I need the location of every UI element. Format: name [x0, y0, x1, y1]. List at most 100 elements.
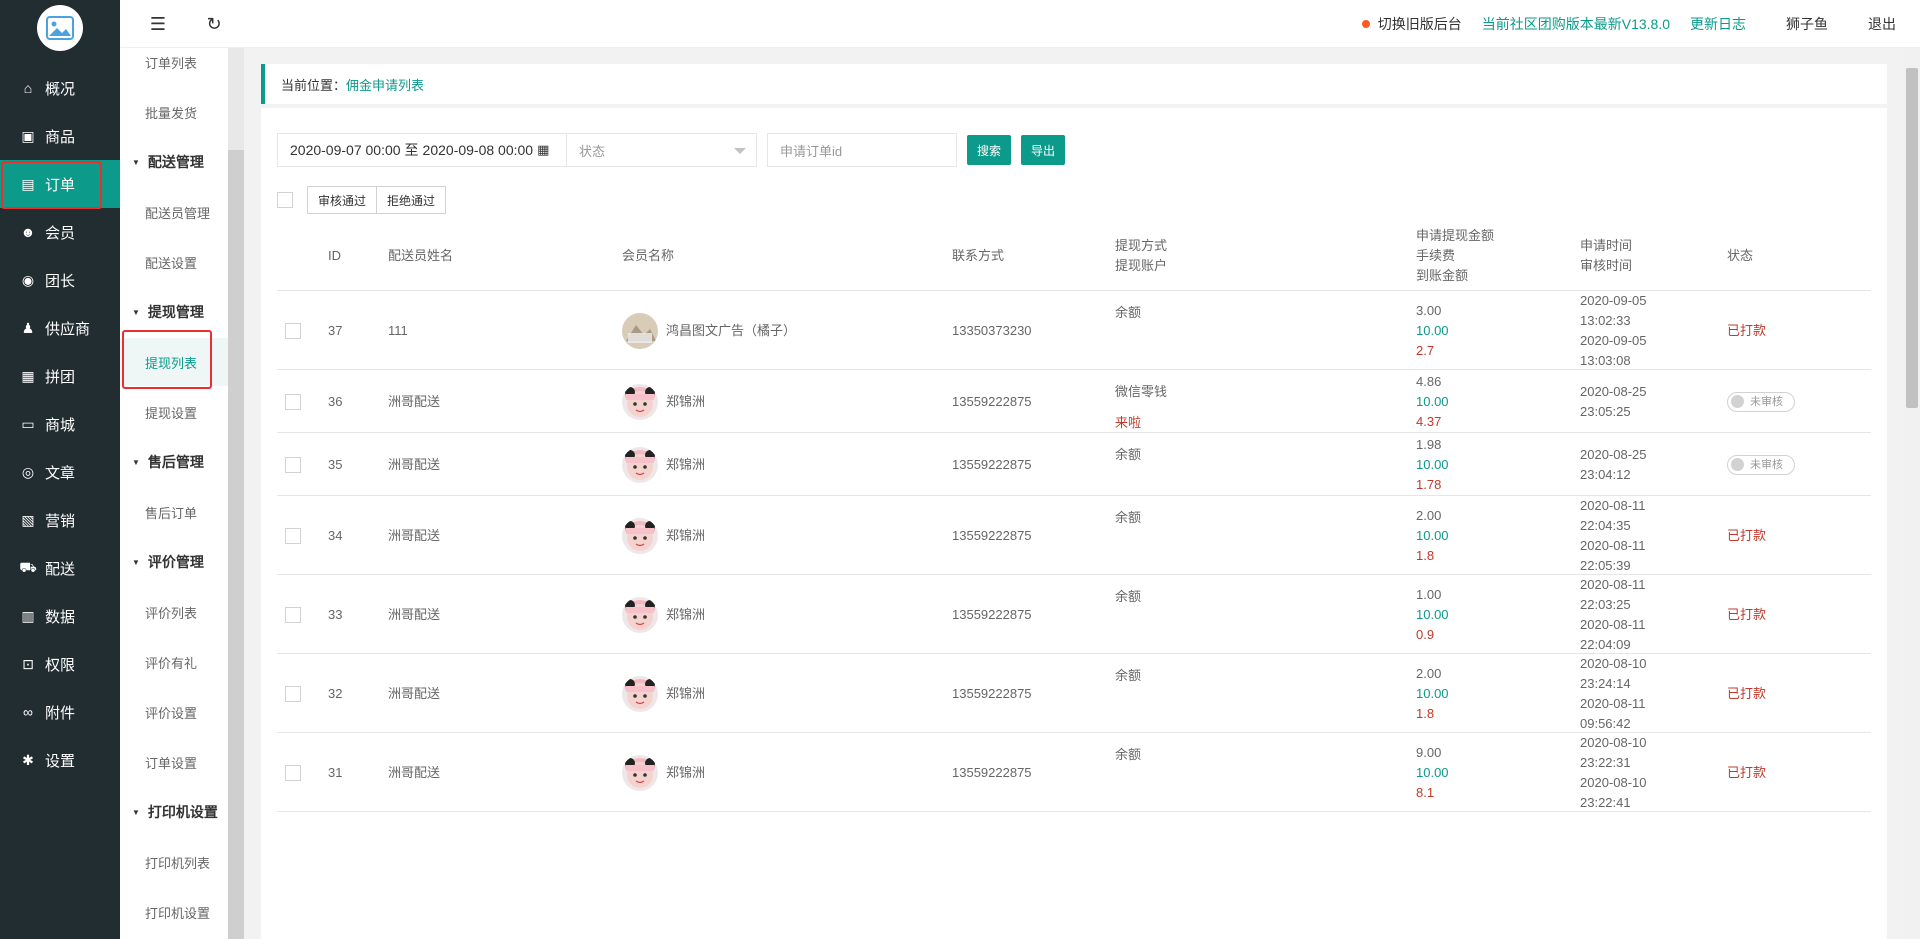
row-status: 已打款 — [1727, 764, 1767, 780]
sidebar-item-6[interactable]: ▦ 拼团 — [0, 352, 120, 400]
cell-courier: 洲哥配送 — [388, 575, 440, 654]
row-method: 余额 — [1115, 447, 1142, 462]
logout-link[interactable]: 退出 — [1868, 14, 1896, 34]
row-status: 已打款 — [1727, 527, 1767, 543]
row-amount: 1.98 — [1416, 436, 1442, 452]
row-checkbox[interactable] — [285, 322, 301, 339]
sidebar-item-label: 文章 — [45, 464, 76, 482]
subnav-group-delivery[interactable]: ▼ 配送管理 — [120, 138, 230, 186]
subnav-review-settings[interactable]: 评价设置 — [120, 688, 230, 736]
collapse-menu-icon[interactable]: ☰ — [148, 14, 168, 34]
sidebar-item-9[interactable]: ▧ 营销 — [0, 496, 120, 544]
row-checkbox[interactable] — [285, 527, 301, 544]
row-amount: 3.00 — [1416, 302, 1442, 318]
version-info[interactable]: 当前社区团购版本最新V13.8.0 — [1482, 14, 1670, 34]
breadcrumb-current[interactable]: 佣金申请列表 — [346, 75, 424, 94]
header-method-label: 提现方式 — [1115, 238, 1168, 253]
row-checkbox[interactable] — [285, 606, 301, 623]
sidebar-item-1[interactable]: ▣ 商品 — [0, 112, 120, 160]
bulk-actions: 审核通过 拒绝通过 — [277, 185, 447, 215]
table-row[interactable]: 32 洲哥配送 郑锦洲 13559222875 余额 2.00 10.00 1.8 2020-0… — [277, 654, 1871, 733]
switch-old-admin-link[interactable]: 切换旧版后台 — [1378, 14, 1462, 34]
sidebar-item-10[interactable]: ⛟ 配送 — [0, 544, 120, 592]
main-scrollbar-thumb[interactable] — [1906, 68, 1918, 408]
sidebar-item-8[interactable]: ◎ 文章 — [0, 448, 120, 496]
row-member: 郑锦洲 — [666, 764, 706, 780]
member-icon: ☻ — [20, 224, 36, 240]
row-checkbox[interactable] — [285, 764, 301, 781]
approve-button[interactable]: 审核通过 — [307, 186, 378, 214]
cell-amount: 4.86 10.00 4.37 — [1416, 370, 1449, 433]
subnav-delivery-settings[interactable]: 配送设置 — [120, 238, 230, 286]
date-separator: 至 — [404, 142, 419, 158]
table-row[interactable]: 36 洲哥配送 郑锦洲 13559222875 微信零钱 来啦 4.86 10.00 4.37 2… — [277, 370, 1871, 433]
subnav-review-gift[interactable]: 评价有礼 — [120, 638, 230, 686]
table-row[interactable]: 31 洲哥配送 郑锦洲 13559222875 余额 9.00 10.00 8.1 2020-0… — [277, 733, 1871, 812]
changelog-link[interactable]: 更新日志 — [1690, 14, 1746, 34]
refresh-icon[interactable]: ↻ — [204, 14, 224, 34]
subnav-batch-ship[interactable]: 批量发货 — [120, 88, 230, 136]
subnav-withdraw-list[interactable]: 提现列表 — [120, 338, 230, 386]
home-icon: ⌂ — [23, 80, 33, 96]
status-select[interactable]: 状态 — [567, 133, 757, 167]
row-checkbox[interactable] — [285, 685, 301, 702]
row-audit-clock: 22:05:39 — [1580, 557, 1631, 573]
subnav-order-settings[interactable]: 订单设置 — [120, 738, 230, 786]
sidebar-item-label: 供应商 — [45, 320, 91, 338]
subnav-courier-manage[interactable]: 配送员管理 — [120, 188, 230, 236]
table-row[interactable]: 37 111 鸿昌图文广告（橘子） 13350373230 余额 3.00 10.00 2.7… — [277, 291, 1871, 370]
username[interactable]: 狮子鱼 — [1786, 14, 1828, 34]
table-row[interactable]: 33 洲哥配送 郑锦洲 13559222875 余额 1.00 10.00 0.9 2020-0… — [277, 575, 1871, 654]
sidebar-item-3[interactable]: ☻ 会员 — [0, 208, 120, 256]
audit-toggle[interactable]: 未审核 — [1727, 391, 1795, 412]
row-apply-clock: 23:22:31 — [1580, 754, 1631, 770]
sidebar-item-11[interactable]: ▥ 数据 — [0, 592, 120, 640]
date-range-picker[interactable]: 2020-09-07 00:00 至 2020-09-08 00:00 ▦ — [277, 133, 567, 167]
audit-toggle[interactable]: 未审核 — [1727, 454, 1795, 475]
caret-down-icon: ▼ — [132, 157, 140, 167]
cell-contact: 13559222875 — [952, 433, 1032, 496]
table-row[interactable]: 34 洲哥配送 郑锦洲 13559222875 余额 2.00 10.00 1.8 2020-0… — [277, 496, 1871, 575]
logo[interactable] — [37, 5, 83, 51]
sidebar-item-2[interactable]: ▤ 订单 — [0, 160, 120, 208]
sidebar-item-label: 配送 — [45, 560, 76, 578]
cell-id: 31 — [328, 733, 342, 812]
sidebar-item-4[interactable]: ◉ 团长 — [0, 256, 120, 304]
subnav-group-review[interactable]: ▼ 评价管理 — [120, 538, 230, 586]
reject-button[interactable]: 拒绝通过 — [377, 186, 447, 214]
subnav-review-list[interactable]: 评价列表 — [120, 588, 230, 636]
row-checkbox[interactable] — [285, 456, 301, 473]
cell-id: 36 — [328, 370, 342, 433]
sidebar-item-5[interactable]: ♟ 供应商 — [0, 304, 120, 352]
supplier-icon: ♟ — [21, 319, 35, 336]
row-checkbox[interactable] — [285, 393, 301, 410]
sidebar-item-14[interactable]: ✱ 设置 — [0, 736, 120, 784]
sidebar-item-label: 订单 — [45, 176, 76, 194]
subnav-group-printer[interactable]: ▼ 打印机设置 — [120, 788, 230, 836]
subnav-group-withdraw[interactable]: ▼ 提现管理 — [120, 288, 230, 336]
row-member: 郑锦洲 — [666, 685, 706, 701]
export-button[interactable]: 导出 — [1021, 135, 1066, 165]
search-button[interactable]: 搜索 — [967, 135, 1012, 165]
cell-courier: 洲哥配送 — [388, 496, 440, 575]
select-all-checkbox[interactable] — [277, 192, 293, 208]
subnav-aftersale-orders[interactable]: 售后订单 — [120, 488, 230, 536]
avatar — [622, 596, 658, 633]
table-row[interactable]: 35 洲哥配送 郑锦洲 13559222875 余额 1.98 10.00 1.78 2020-… — [277, 433, 1871, 496]
status-dot-icon — [1361, 20, 1370, 28]
cell-amount: 9.00 10.00 8.1 — [1416, 733, 1449, 812]
subnav-withdraw-settings[interactable]: 提现设置 — [120, 388, 230, 436]
subnav-group-aftersale[interactable]: ▼ 售后管理 — [120, 438, 230, 486]
subnav-scrollbar-thumb[interactable] — [228, 150, 244, 939]
subnav-printer-settings[interactable]: 打印机设置 — [120, 888, 230, 936]
sidebar-item-7[interactable]: ▭ 商城 — [0, 400, 120, 448]
subnav-printer-list[interactable]: 打印机列表 — [120, 838, 230, 886]
cell-time: 2020-08-10 23:24:14 2020-08-11 09:56:42 — [1580, 654, 1647, 733]
sidebar-item-label: 商品 — [45, 128, 76, 146]
order-id-input[interactable]: 申请订单id — [767, 133, 957, 167]
sidebar-item-0[interactable]: ⌂ 概况 — [0, 64, 120, 112]
sidebar-item-12[interactable]: ⊡ 权限 — [0, 640, 120, 688]
cell-amount: 1.98 10.00 1.78 — [1416, 433, 1449, 496]
sidebar-item-13[interactable]: ∞ 附件 — [0, 688, 120, 736]
subnav-order-list[interactable]: 订单列表 — [120, 48, 230, 86]
